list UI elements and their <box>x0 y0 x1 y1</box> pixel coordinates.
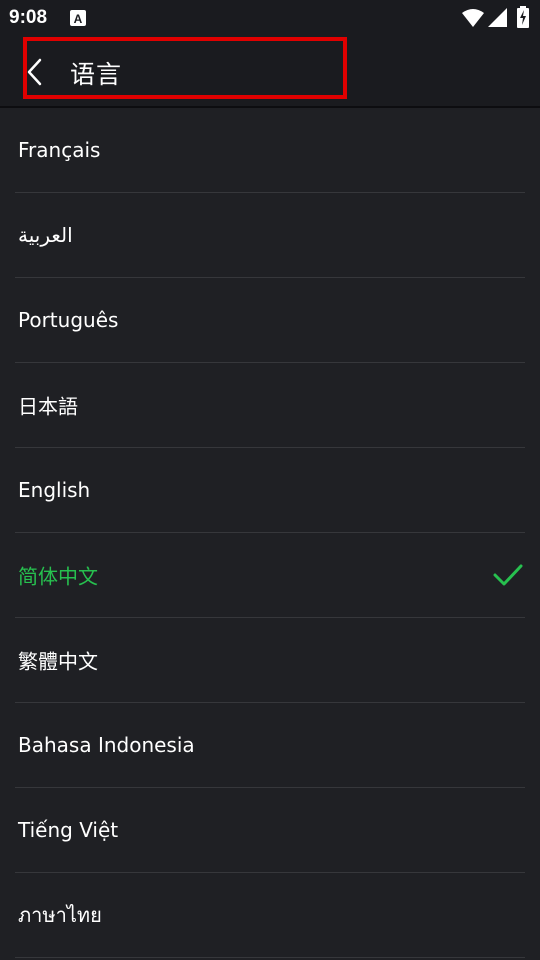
language-label: Português <box>18 308 119 332</box>
language-item-traditional-chinese[interactable]: 繁體中文 <box>15 618 525 703</box>
svg-text:A: A <box>74 12 83 26</box>
language-label: ภาษาไทย <box>18 903 102 927</box>
status-bar: 9:08 A <box>0 0 540 36</box>
signal-icon <box>488 8 507 27</box>
language-label: English <box>18 478 91 502</box>
language-label: العربية <box>18 223 73 247</box>
language-item-english[interactable]: English <box>15 448 525 533</box>
wifi-icon <box>462 9 484 27</box>
check-icon <box>493 564 523 586</box>
language-label: Français <box>18 138 101 162</box>
language-item-bahasa-indonesia[interactable]: Bahasa Indonesia <box>15 703 525 788</box>
a-icon: A <box>70 10 86 26</box>
language-item-thai[interactable]: ภาษาไทย <box>15 873 525 958</box>
language-label: Tiếng Việt <box>18 818 119 842</box>
language-label: Bahasa Indonesia <box>18 733 195 757</box>
language-item-japanese[interactable]: 日本語 <box>15 363 525 448</box>
language-item-francais[interactable]: Français <box>15 108 525 193</box>
status-time: 9:08 <box>9 7 48 28</box>
language-label: 繁體中文 <box>18 649 98 674</box>
language-label: 日本語 <box>18 394 78 419</box>
language-item-tieng-viet[interactable]: Tiếng Việt <box>15 788 525 873</box>
battery-charging-icon <box>517 6 529 28</box>
language-label: 简体中文 <box>18 564 98 589</box>
language-item-simplified-chinese[interactable]: 简体中文 <box>15 533 525 618</box>
language-item-portugues[interactable]: Português <box>15 278 525 363</box>
language-list: Français العربية Português 日本語 English 简… <box>0 108 540 958</box>
highlight-box <box>23 37 347 99</box>
language-item-arabic[interactable]: العربية <box>15 193 525 278</box>
